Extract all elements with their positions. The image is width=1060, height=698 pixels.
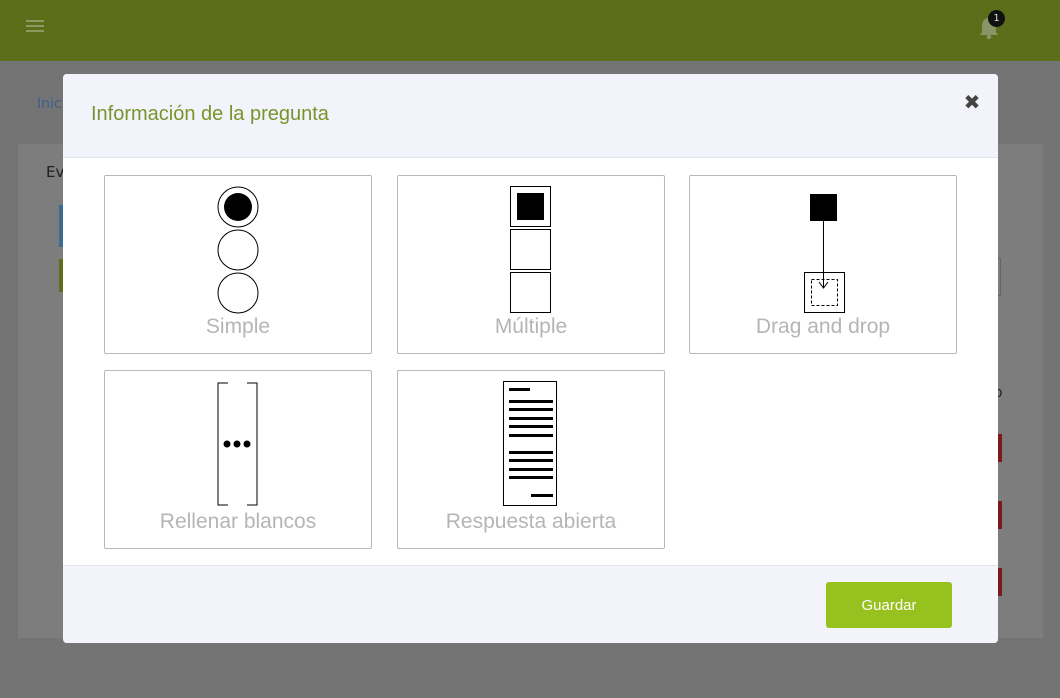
option-open-answer[interactable]: Respuesta abierta [397,370,665,549]
option-fill-blanks[interactable]: Rellenar blancos [104,370,372,549]
option-simple[interactable]: Simple [104,175,372,354]
notification-badge: 1 [988,10,1005,27]
option-multiple[interactable]: Múltiple [397,175,665,354]
background-card-title: Ev [46,163,65,181]
top-bar: 1 [0,0,1060,61]
question-info-modal: Información de la pregunta ✖ Simple Múlt… [63,74,998,643]
modal-title: Información de la pregunta [91,103,329,125]
menu-icon[interactable] [26,20,44,34]
option-label: Respuesta abierta [445,510,617,533]
save-button[interactable]: Guardar [826,582,952,628]
option-label: Drag and drop [755,315,891,338]
option-label: Rellenar blancos [159,510,317,533]
modal-footer: Guardar [63,565,998,643]
option-label: Múltiple [494,315,568,338]
option-drag-and-drop[interactable]: Drag and drop [689,175,957,354]
option-label: Simple [205,315,271,338]
close-icon[interactable]: ✖ [962,92,982,112]
breadcrumb[interactable]: Inic [37,96,62,112]
modal-header: Información de la pregunta ✖ [63,74,998,158]
